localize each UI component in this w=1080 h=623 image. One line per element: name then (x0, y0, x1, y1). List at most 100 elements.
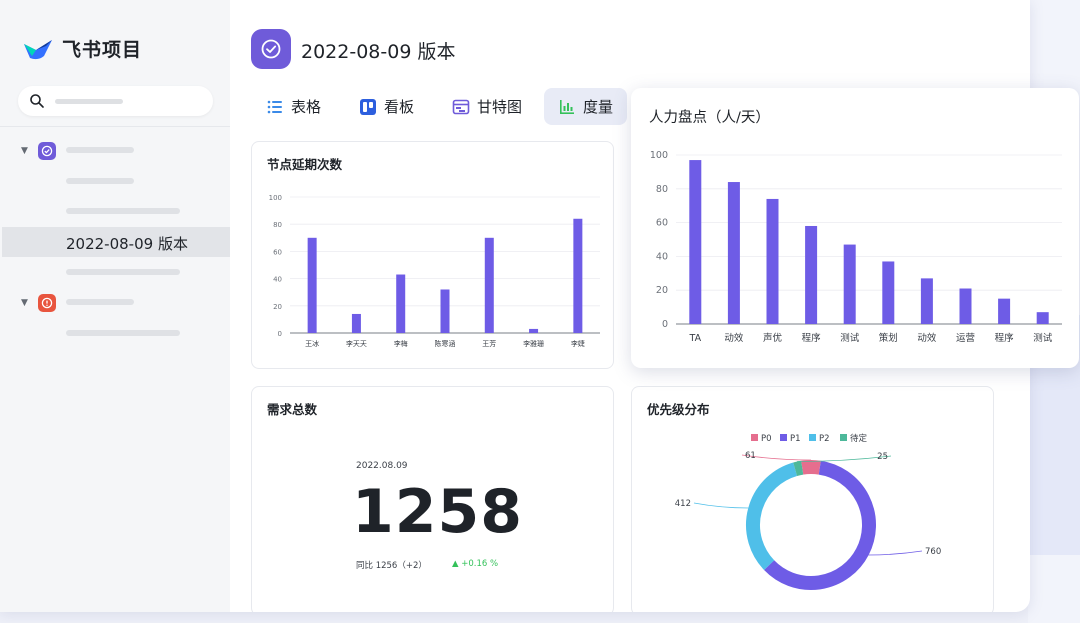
search-icon (30, 94, 44, 108)
delay-bar-chart: 0 20 40 60 80 100 王冰 李天天 李梅 陈寒涵 王芳 李雅珊 李婕 (269, 194, 600, 348)
x-tick-label: 王冰 (305, 339, 319, 348)
delay-count-card: 节点延期次数 0 20 40 60 80 100 王冰 李天天 李梅 陈寒涵 王芳 李雅珊 李婕 (251, 141, 614, 369)
search-placeholder (55, 99, 123, 104)
kanban-icon (359, 98, 377, 116)
tree-item[interactable] (66, 178, 134, 184)
x-tick-label: TA (689, 333, 702, 344)
legend-swatch (809, 434, 816, 441)
bar (1036, 312, 1049, 324)
legend-label: P1 (790, 434, 801, 444)
bar (805, 225, 818, 324)
bar (440, 289, 450, 333)
y-tick-label: 40 (273, 276, 282, 284)
tree-item-group-1[interactable] (66, 147, 134, 153)
donut-slice (801, 460, 821, 475)
alert-badge-icon (38, 294, 56, 312)
expand-caret-icon[interactable]: ▼ (21, 146, 28, 156)
priority-card: 优先级分布 P0 P1 P2 待定 61 760 412 25 (631, 386, 994, 612)
manpower-bar-chart: 0 20 40 60 80 100 TA 动效 声优 程序 测试 策划 动效 运营 程序 测试 (650, 150, 1062, 344)
x-tick-label: 动效 (724, 332, 744, 344)
leader-line (693, 502, 749, 509)
x-tick-label: 测试 (1033, 332, 1053, 344)
bar (920, 278, 933, 324)
tree-item-group-2[interactable] (66, 299, 134, 305)
sidebar: 飞书项目 ▼ 2022-08-09 版本 ▼ (0, 0, 230, 612)
total-value: 1258 (352, 477, 523, 547)
legend-swatch (840, 434, 847, 441)
leader-line (868, 550, 923, 556)
sidebar-divider (0, 126, 230, 127)
legend-label: P0 (761, 434, 772, 444)
bar (843, 244, 856, 324)
x-tick-label: 王芳 (482, 339, 496, 348)
bar (396, 274, 406, 333)
tab-label: 甘特图 (477, 98, 523, 116)
y-tick-label: 100 (650, 150, 668, 161)
bar (959, 288, 972, 324)
tab-label: 表格 (291, 98, 322, 116)
x-tick-label: 李雅珊 (523, 339, 544, 348)
x-tick-label: 运营 (956, 332, 975, 344)
bar (573, 218, 583, 333)
bar (484, 237, 494, 333)
x-tick-label: 李天天 (346, 339, 367, 348)
x-tick-label: 策划 (879, 332, 898, 344)
x-tick-label: 陈寒涵 (435, 339, 456, 348)
x-tick-label: 声优 (763, 332, 783, 344)
x-tick-label: 李梅 (394, 339, 408, 348)
bar (882, 261, 895, 324)
y-tick-label: 80 (656, 184, 668, 195)
y-tick-label: 40 (656, 251, 668, 262)
y-tick-label: 60 (273, 248, 282, 256)
donut-slice (746, 462, 798, 570)
total-date: 2022.08.09 (356, 461, 408, 471)
x-tick-label: 程序 (802, 332, 822, 344)
total-demand-card: 需求总数 2022.08.09 1258 同比 1256（+2） ▲ +0.16… (251, 386, 614, 612)
legend-swatch (751, 434, 758, 441)
x-tick-label: 测试 (840, 332, 860, 344)
tab-table[interactable]: 表格 (266, 88, 321, 125)
y-tick-label: 80 (273, 221, 282, 229)
tree-item-active-label: 2022-08-09 版本 (66, 235, 188, 253)
bar (529, 328, 539, 333)
tree-item[interactable] (66, 269, 180, 275)
y-tick-label: 100 (269, 194, 282, 202)
manpower-card: 人力盘点（人/天） 0 20 40 60 80 100 TA 动效 声优 程序 测试 策划 动效 运营 程序… (631, 88, 1079, 368)
version-badge-icon (38, 142, 56, 160)
bar (307, 237, 317, 333)
y-tick-label: 20 (656, 285, 668, 296)
y-tick-label: 0 (662, 319, 668, 330)
x-tick-label: 程序 (995, 332, 1015, 344)
tree-item[interactable] (66, 208, 180, 214)
y-tick-label: 20 (273, 303, 282, 311)
bar (351, 313, 361, 333)
priority-donut-chart: P0 P1 P2 待定 61 760 412 25 (675, 433, 941, 590)
legend-label: P2 (819, 434, 830, 444)
y-tick-label: 60 (656, 218, 668, 229)
page-title: 2022-08-09 版本 (301, 41, 456, 63)
tab-kanban[interactable]: 看板 (359, 88, 414, 125)
expand-caret-icon[interactable]: ▼ (21, 298, 28, 308)
data-label: 760 (925, 547, 941, 557)
tree-item[interactable] (66, 330, 180, 336)
tab-gantt[interactable]: 甘特图 (452, 88, 522, 125)
version-icon (251, 29, 291, 69)
tab-label: 看板 (384, 98, 415, 116)
sidebar-search-input[interactable] (18, 86, 213, 116)
y-tick-label: 0 (278, 330, 282, 338)
legend-swatch (780, 434, 787, 441)
donut-slice (764, 460, 876, 590)
brand[interactable]: 飞书项目 (22, 34, 142, 62)
tab-metrics[interactable]: 度量 (544, 88, 628, 125)
legend-label: 待定 (850, 433, 868, 444)
donut-slice (793, 460, 804, 476)
app-name: 飞书项目 (62, 38, 143, 61)
yoy-compare: 同比 1256（+2） (356, 561, 427, 571)
data-label: 61 (745, 451, 756, 461)
card-title: 需求总数 (267, 402, 318, 417)
data-label: 25 (877, 452, 888, 462)
bar (689, 160, 702, 324)
x-tick-label: 动效 (917, 332, 937, 344)
yoy-delta: ▲ +0.16 % (452, 559, 499, 569)
gantt-icon (452, 98, 470, 116)
